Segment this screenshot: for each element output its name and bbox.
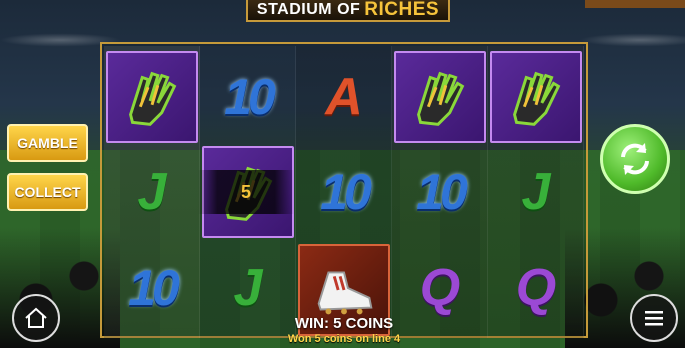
symbol-glove	[394, 51, 486, 143]
game-logo-part2: RICHES	[364, 0, 440, 20]
symbol-glove	[490, 51, 582, 143]
win-detail: Won 5 coins on line 4	[287, 333, 401, 345]
symbol-ten: 10	[224, 69, 276, 125]
symbol-ten: 10	[416, 164, 468, 220]
home-icon	[25, 307, 47, 328]
win-status: WIN: 5 COINS	[294, 315, 394, 332]
reel-5: J Q	[488, 46, 584, 338]
game-logo: STADIUM OF RICHES	[246, 0, 450, 22]
game-logo-part1: STADIUM OF	[256, 1, 361, 18]
win-amount-overlay: 5	[198, 170, 294, 214]
refresh-icon	[621, 143, 649, 175]
menu-icon	[645, 311, 663, 326]
spin-button[interactable]	[600, 124, 670, 194]
collect-button[interactable]: COLLECT	[7, 173, 88, 211]
goalkeeper-glove-icon	[513, 71, 561, 126]
home-button[interactable]	[12, 294, 60, 342]
reel-1: J 10	[104, 46, 200, 338]
win-overlay-value: 5	[240, 181, 251, 202]
menu-button[interactable]	[630, 294, 678, 342]
symbol-letter: J	[137, 163, 167, 221]
reel-4: 10 Q	[392, 46, 488, 338]
symbol-ten: 10	[128, 260, 180, 316]
symbol-glove	[106, 51, 198, 143]
gamble-button[interactable]: GAMBLE	[7, 124, 88, 162]
reel-grid: J 10 10 J A 10 10 Q J Q	[100, 42, 588, 338]
symbol-letter: J	[521, 163, 551, 221]
goalkeeper-glove-icon	[129, 71, 177, 126]
goalkeeper-glove-icon	[417, 71, 465, 126]
corner-tab	[585, 0, 685, 8]
symbol-letter: A	[325, 68, 363, 126]
symbol-ten: 10	[320, 164, 372, 220]
reel-3: A 10	[296, 46, 392, 338]
symbol-letter: Q	[515, 259, 557, 317]
